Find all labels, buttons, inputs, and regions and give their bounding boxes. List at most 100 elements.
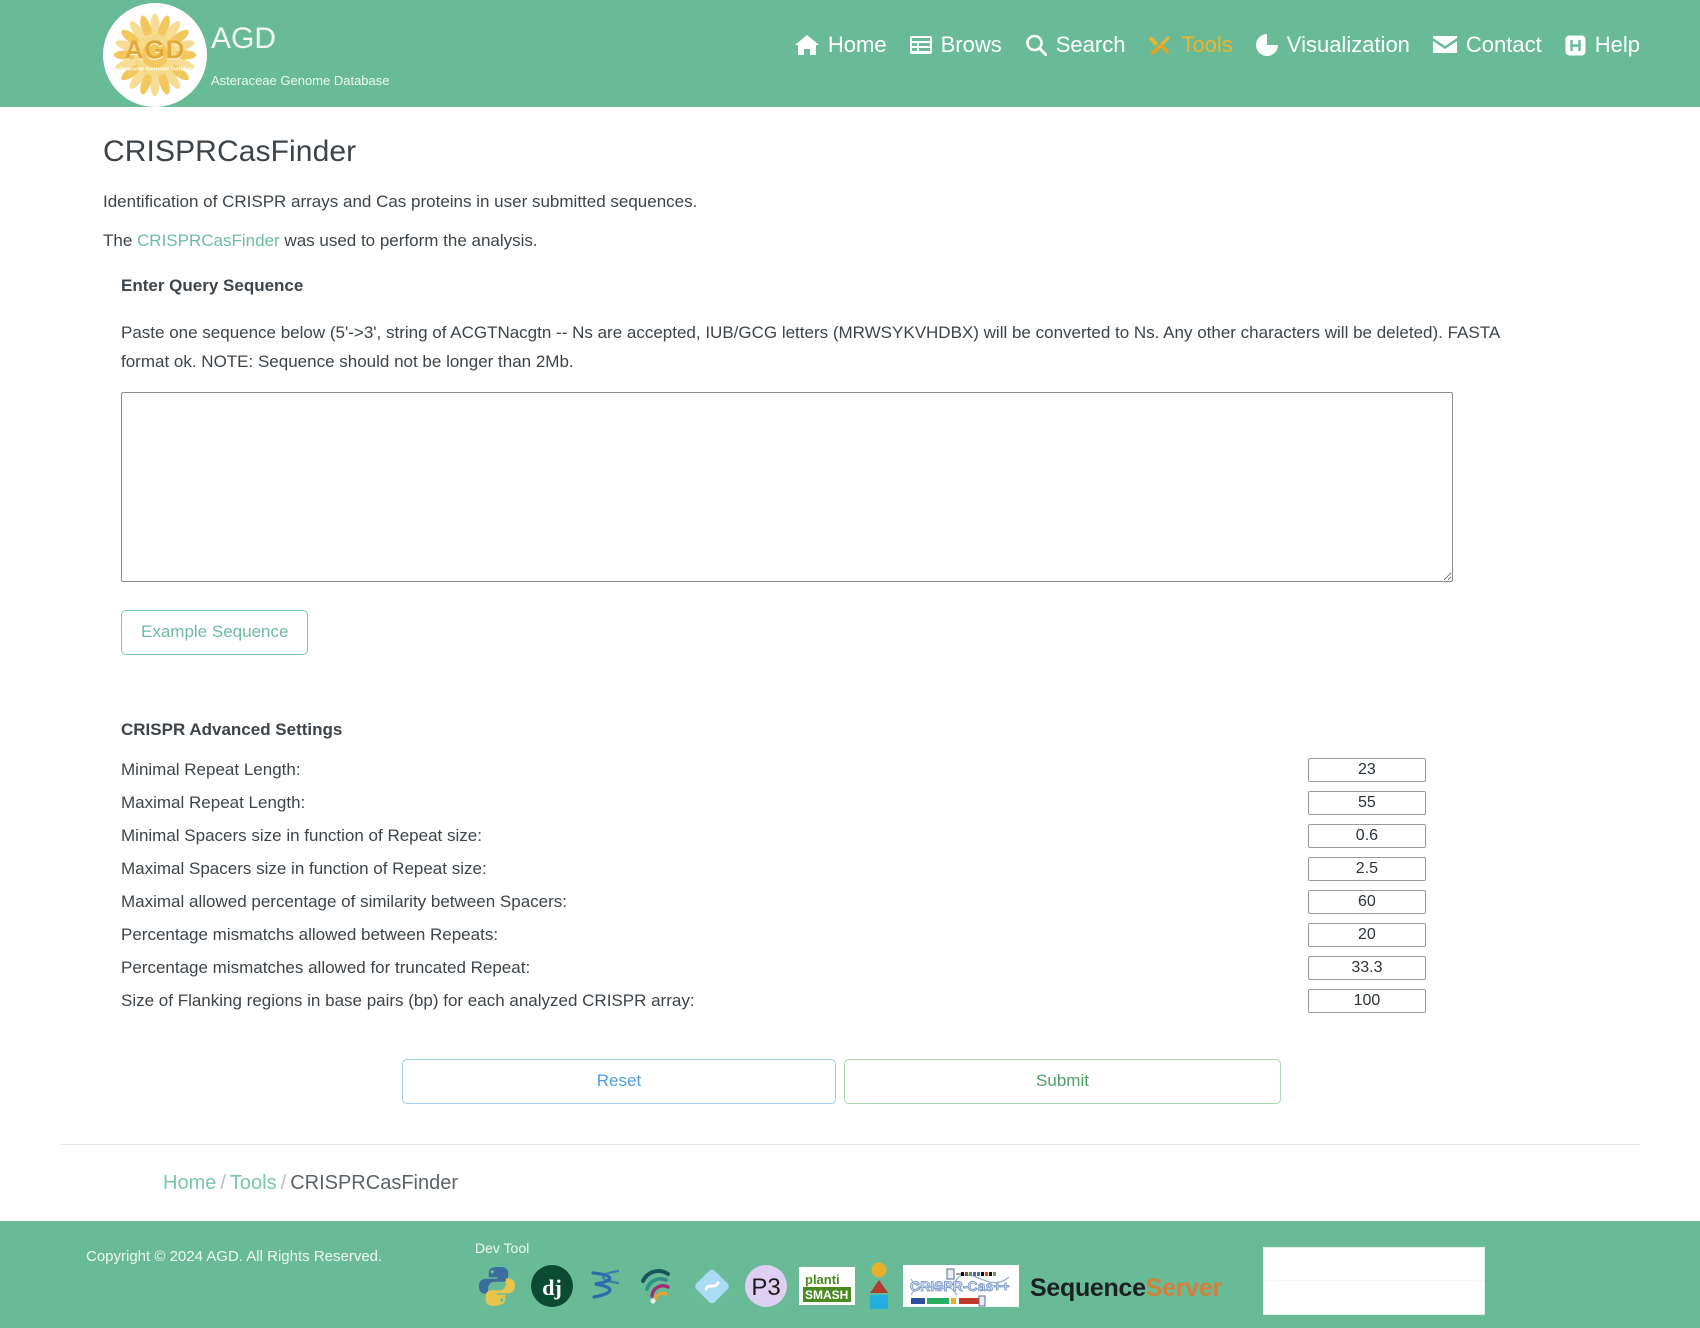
- help-square-icon: [1565, 35, 1586, 56]
- svg-text:SMASH: SMASH: [805, 1288, 848, 1302]
- setting-label-5: Percentage mismatchs allowed between Rep…: [121, 924, 499, 944]
- crisprcasfinder-link[interactable]: CRISPRCasFinder: [137, 231, 280, 250]
- table-row: Maximal Spacers size in function of Repe…: [121, 852, 1580, 885]
- page-description: Identification of CRISPR arrays and Cas …: [103, 192, 698, 211]
- table-row: Percentage mismatches allowed for trunca…: [121, 951, 1580, 984]
- devtool-section: Dev Tool dj P3 planti SMASH CRISPR-Cas++…: [475, 1240, 1222, 1315]
- breadcrumb-item-home[interactable]: Home: [163, 1172, 216, 1194]
- sequence-input[interactable]: [121, 392, 1453, 583]
- nav-item-visualization[interactable]: Visualization: [1255, 32, 1410, 58]
- nav-item-help[interactable]: Help: [1565, 32, 1640, 58]
- query-help-text: Paste one sequence below (5'->3', string…: [121, 323, 1500, 372]
- setting-input-repeat-mismatches[interactable]: [1307, 922, 1426, 947]
- p3-icon[interactable]: P3: [744, 1264, 788, 1313]
- svg-text:planti: planti: [805, 1272, 840, 1287]
- django-icon[interactable]: dj: [530, 1264, 574, 1313]
- table-row: Minimal Repeat Length:: [121, 753, 1580, 786]
- nav-item-contact[interactable]: Contact: [1432, 32, 1542, 58]
- breadcrumb-separator: /: [220, 1172, 226, 1195]
- advanced-settings-title: CRISPR Advanced Settings: [121, 720, 343, 740]
- brand-title: AGD: [211, 22, 277, 56]
- setting-label-0: Minimal Repeat Length:: [121, 759, 301, 779]
- python-icon[interactable]: [475, 1264, 519, 1313]
- widget-divider: [1264, 1248, 1484, 1282]
- setting-input-truncated-repeat-mismatches[interactable]: [1307, 955, 1426, 980]
- table-row: Size of Flanking regions in base pairs (…: [121, 984, 1580, 1017]
- devtool-label: Dev Tool: [475, 1240, 530, 1257]
- p3-label: P3: [751, 1274, 780, 1301]
- nav-label-brows: Brows: [940, 32, 1002, 57]
- page-title: CRISPRCasFinder: [103, 135, 357, 168]
- setting-label-3: Maximal Spacers size in function of Repe…: [121, 858, 487, 878]
- nav-label-tools: Tools: [1181, 32, 1233, 57]
- pie-chart-icon: [1255, 34, 1278, 56]
- setting-input-spacer-similarity[interactable]: [1307, 889, 1426, 914]
- setting-input-flanking-size[interactable]: [1307, 988, 1426, 1013]
- content-container: CRISPRCasFinder Identification of CRISPR…: [0, 135, 1700, 1195]
- attribution-line: The CRISPRCasFinder was used to perform …: [103, 231, 1640, 251]
- shapes-icon[interactable]: [866, 1262, 892, 1315]
- circos-arc-icon[interactable]: [638, 1265, 680, 1312]
- nav-item-search[interactable]: Search: [1025, 32, 1126, 58]
- nav-label-search: Search: [1055, 32, 1126, 57]
- breadcrumb-item-tools[interactable]: Tools: [230, 1172, 277, 1194]
- attribution-suffix: was used to perform the analysis.: [279, 231, 538, 250]
- crispr-cas-plusplus-icon[interactable]: CRISPR-Cas++: [903, 1265, 1019, 1312]
- breadcrumb-separator: /: [280, 1172, 287, 1195]
- table-row: Maximal Repeat Length:: [121, 786, 1580, 819]
- setting-input-maximal-spacers-size[interactable]: [1307, 856, 1426, 881]
- form-actions: Reset Submit: [402, 1059, 1580, 1105]
- nav-item-tools[interactable]: Tools: [1148, 32, 1233, 58]
- site-footer: Copyright © 2024 AGD. All Rights Reserve…: [0, 1221, 1700, 1328]
- sequenceserver-second: Server: [1145, 1274, 1222, 1303]
- svg-text:dj: dj: [542, 1275, 562, 1300]
- setting-input-minimal-spacers-size[interactable]: [1307, 823, 1426, 848]
- query-form: Enter Query Sequence Paste one sequence …: [121, 276, 1580, 1105]
- sequenceserver-icon[interactable]: Sequence Server: [1030, 1274, 1222, 1303]
- sunflower-icon: [113, 13, 197, 96]
- main-navigation: Home Brows Search Tools Visualization Co…: [794, 32, 1640, 58]
- breadcrumb-wrapper: Home / Tools / CRISPRCasFinder: [60, 1144, 1640, 1195]
- query-section-label: Enter Query Sequence: [121, 276, 304, 295]
- devtool-icon-list: dj P3 planti SMASH CRISPR-Cas++ Sequence…: [475, 1262, 1222, 1315]
- breadcrumb-item-current: CRISPRCasFinder: [290, 1172, 459, 1195]
- brand[interactable]: AGD Asteraceae Genome Database AGD Aster…: [103, 1, 390, 107]
- setting-label-2: Minimal Spacers size in function of Repe…: [121, 825, 482, 845]
- sunflower-logo[interactable]: AGD Asteraceae Genome Database: [103, 2, 207, 107]
- home-icon: [794, 34, 819, 56]
- search-icon: [1025, 34, 1047, 56]
- table-row: Minimal Spacers size in function of Repe…: [121, 819, 1580, 852]
- table-row: Percentage mismatchs allowed between Rep…: [121, 918, 1580, 951]
- setting-input-minimal-repeat-length[interactable]: [1307, 757, 1426, 782]
- example-sequence-button[interactable]: Example Sequence: [121, 610, 309, 656]
- setting-label-1: Maximal Repeat Length:: [121, 792, 306, 812]
- plantismash-icon[interactable]: planti SMASH: [799, 1265, 855, 1312]
- copyright-text: Copyright © 2024 AGD. All Rights Reserve…: [86, 1248, 383, 1266]
- nav-item-home[interactable]: Home: [794, 32, 887, 58]
- nav-item-brows[interactable]: Brows: [909, 32, 1002, 58]
- nav-label-help: Help: [1594, 32, 1640, 57]
- site-header: AGD Asteraceae Genome Database AGD Aster…: [0, 0, 1700, 107]
- nav-label-contact: Contact: [1465, 32, 1542, 57]
- advanced-settings-table: Minimal Repeat Length: Maximal Repeat Le…: [121, 753, 1580, 1017]
- sequenceserver-first: Sequence: [1030, 1274, 1146, 1303]
- envelope-icon: [1432, 36, 1457, 54]
- submit-button[interactable]: Submit: [844, 1059, 1281, 1105]
- jbrowse-diamond-icon[interactable]: [691, 1265, 733, 1312]
- crispr-logo-text: CRISPR-Cas++: [910, 1278, 1010, 1294]
- breadcrumb: Home / Tools / CRISPRCasFinder: [163, 1172, 1640, 1195]
- biopython-spiral-icon[interactable]: [585, 1265, 627, 1312]
- tools-icon: [1148, 34, 1172, 56]
- nav-label-home: Home: [827, 32, 887, 57]
- setting-label-7: Size of Flanking regions in base pairs (…: [121, 990, 695, 1010]
- visitor-widget-box[interactable]: [1263, 1247, 1485, 1316]
- list-icon: [909, 35, 932, 55]
- main-content: CRISPRCasFinder Identification of CRISPR…: [0, 135, 1700, 1195]
- setting-input-maximal-repeat-length[interactable]: [1307, 790, 1426, 815]
- table-row: Maximal allowed percentage of similarity…: [121, 885, 1580, 918]
- attribution-prefix: The: [103, 231, 138, 250]
- reset-button[interactable]: Reset: [402, 1059, 836, 1105]
- brand-titles: AGD Asteraceae Genome Database: [211, 23, 390, 88]
- setting-label-4: Maximal allowed percentage of similarity…: [121, 891, 567, 911]
- setting-label-6: Percentage mismatches allowed for trunca…: [121, 957, 531, 977]
